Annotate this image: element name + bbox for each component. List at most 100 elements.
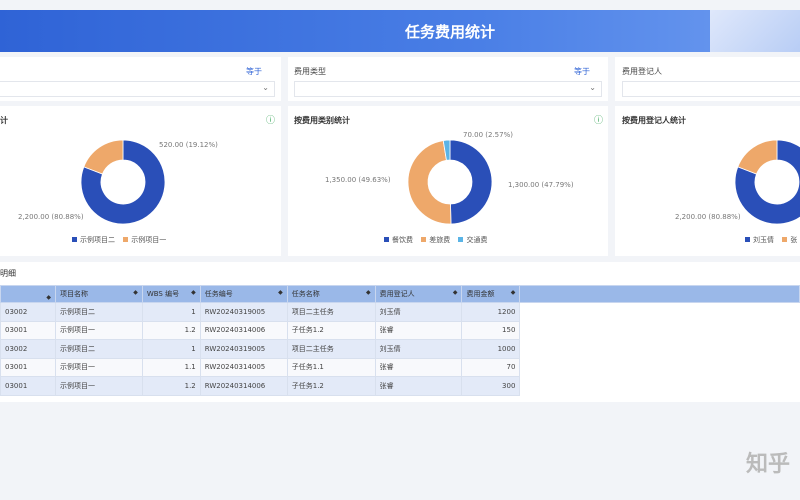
table-cell: 子任务1.2 — [286, 320, 376, 340]
donut-slice[interactable] — [83, 139, 124, 175]
table-cell: 03001 — [0, 357, 56, 377]
legend-item[interactable]: 张 — [790, 236, 797, 244]
table-row[interactable]: 03001 示例项目一 1.2 RW20240314006 子任务1.2 张睿 300 — [0, 376, 800, 396]
table-cell: RW20240314005 — [199, 357, 288, 377]
operator-dropdown[interactable]: 等于 — [574, 66, 590, 77]
table-cell: 1 — [141, 302, 201, 322]
table-cell: 子任务1.2 — [286, 376, 376, 396]
project-select[interactable]: ⌄ — [0, 81, 275, 97]
chart-card-registrant: 按费用登记人统计 2,200.00 (80.88%) 刘玉倩 张 — [615, 106, 800, 256]
table-cell: 示例项目一 — [54, 376, 143, 396]
chart-title: 按费用类别统计 — [294, 116, 350, 125]
column-header[interactable]: ◆ — [0, 285, 56, 303]
legend-item[interactable]: 示例项目一 — [131, 236, 166, 244]
table-cell: 03002 — [0, 339, 56, 359]
table-cell: 1000 — [461, 339, 521, 359]
chart-legend: 刘玉倩 张 — [739, 235, 797, 245]
table-cell: 张睿 — [374, 357, 463, 377]
column-header[interactable]: 项目名称 ◆ — [54, 285, 143, 303]
sort-icon[interactable]: ◆ — [191, 289, 196, 296]
table-cell: 1.2 — [141, 320, 201, 340]
sort-icon[interactable]: ◆ — [278, 289, 283, 296]
column-label: 任务编号 — [204, 290, 233, 298]
table-cell: 示例项目二 — [54, 302, 143, 322]
table-cell: RW20240319005 — [199, 339, 288, 359]
legend-item[interactable]: 交通费 — [466, 236, 487, 244]
slice-label: 70.00 (2.57%) — [463, 131, 513, 139]
donut-chart — [734, 139, 800, 225]
page-title: 任务费用统计 — [404, 23, 495, 41]
slice-label: 520.00 (19.12%) — [159, 141, 218, 149]
legend-item[interactable]: 刘玉倩 — [753, 236, 774, 244]
sort-icon[interactable]: ◆ — [46, 294, 51, 301]
table-cell: 1 — [141, 339, 201, 359]
chart-card-project: 计 ⓘ 520.00 (19.12%) 2,200.00 (80.88%) 示例… — [0, 106, 281, 256]
table-row[interactable]: 03001 示例项目一 1.1 RW20240314005 子任务1.1 张睿 70 — [0, 357, 800, 377]
banner-illustration — [710, 10, 800, 52]
column-label: 任务名称 — [291, 290, 320, 298]
table-row[interactable]: 03002 示例项目二 1 RW20240319005 项目二主任务 刘玉倩 1000 — [0, 339, 800, 359]
table-cell: 03001 — [0, 320, 56, 340]
operator-dropdown[interactable]: 等于 — [246, 66, 262, 77]
donut-slice[interactable] — [737, 139, 778, 175]
sort-icon[interactable]: ◆ — [133, 289, 138, 296]
legend-item[interactable]: 餐饮费 — [392, 236, 413, 244]
legend-item[interactable]: 示例项目二 — [80, 236, 115, 244]
filter-registrant: 费用登记人 — [615, 57, 800, 101]
info-icon[interactable]: ⓘ — [594, 113, 603, 126]
filter-project: 等于 ⌄ — [0, 57, 281, 101]
table-cell: 项目二主任务 — [286, 302, 376, 322]
slice-label: 2,200.00 (80.88%) — [18, 213, 84, 221]
sort-icon[interactable]: ◆ — [366, 289, 371, 296]
slice-label: 1,300.00 (47.79%) — [508, 181, 574, 189]
filter-label: 费用登记人 — [622, 67, 662, 76]
table-cell: RW20240319005 — [199, 302, 288, 322]
table-cell: 1.1 — [141, 357, 201, 377]
chevron-down-icon: ⌄ — [262, 83, 269, 92]
column-header[interactable]: 任务名称 ◆ — [286, 285, 376, 303]
column-label: 费用登记人 — [379, 290, 415, 298]
column-label: 项目名称 — [59, 290, 88, 298]
table-cell: 示例项目二 — [54, 339, 143, 359]
table-cell: 项目二主任务 — [286, 339, 376, 359]
donut-slice[interactable] — [449, 139, 493, 225]
table-cell: 示例项目一 — [54, 320, 143, 340]
column-label: WBS 编号 — [146, 290, 180, 298]
registrant-select[interactable] — [622, 81, 800, 97]
watermark-logo: 知乎 — [745, 452, 790, 477]
table-row[interactable]: 03002 示例项目二 1 RW20240319005 项目二主任务 刘玉倩 1200 — [0, 302, 800, 322]
table-cell: 1.2 — [141, 376, 201, 396]
column-header[interactable]: 费用金额 ◆ — [461, 285, 521, 303]
table-cell: 150 — [461, 320, 521, 340]
table-cell: 300 — [461, 376, 521, 396]
expense-type-select[interactable]: ⌄ — [294, 81, 602, 97]
chart-legend: 餐饮费 差旅费 交通费 — [378, 235, 487, 245]
table-row[interactable]: 03001 示例项目一 1.2 RW20240314006 子任务1.2 张睿 150 — [0, 320, 800, 340]
table-title: 明细 — [0, 269, 16, 278]
table-cell: RW20240314006 — [199, 320, 288, 340]
column-header[interactable]: 费用登记人 ◆ — [374, 285, 463, 303]
header-banner: 任务费用统计 — [0, 10, 800, 52]
table-cell: 子任务1.1 — [286, 357, 376, 377]
donut-chart — [80, 139, 166, 225]
table-cell: 刘玉倩 — [374, 339, 463, 359]
table-cell: 张睿 — [374, 376, 463, 396]
donut-slice[interactable] — [407, 140, 452, 225]
info-icon[interactable]: ⓘ — [266, 113, 275, 126]
slice-label: 1,350.00 (49.63%) — [325, 176, 391, 184]
legend-item[interactable]: 差旅费 — [429, 236, 450, 244]
column-header-empty — [519, 285, 800, 303]
column-header[interactable]: WBS 编号 ◆ — [141, 285, 201, 303]
table-cell: 03002 — [0, 302, 56, 322]
column-header[interactable]: 任务编号 ◆ — [199, 285, 288, 303]
column-label: 费用金额 — [466, 290, 495, 298]
sort-icon[interactable]: ◆ — [511, 289, 516, 296]
chevron-down-icon: ⌄ — [589, 83, 596, 92]
table-cell: 03001 — [0, 376, 56, 396]
chart-title: 计 — [0, 116, 8, 125]
slice-label: 2,200.00 (80.88%) — [675, 213, 741, 221]
filter-label: 费用类型 — [294, 67, 326, 76]
table-cell: RW20240314006 — [199, 376, 288, 396]
sort-icon[interactable]: ◆ — [453, 289, 458, 296]
chart-legend: 示例项目二 示例项目一 — [66, 235, 166, 245]
